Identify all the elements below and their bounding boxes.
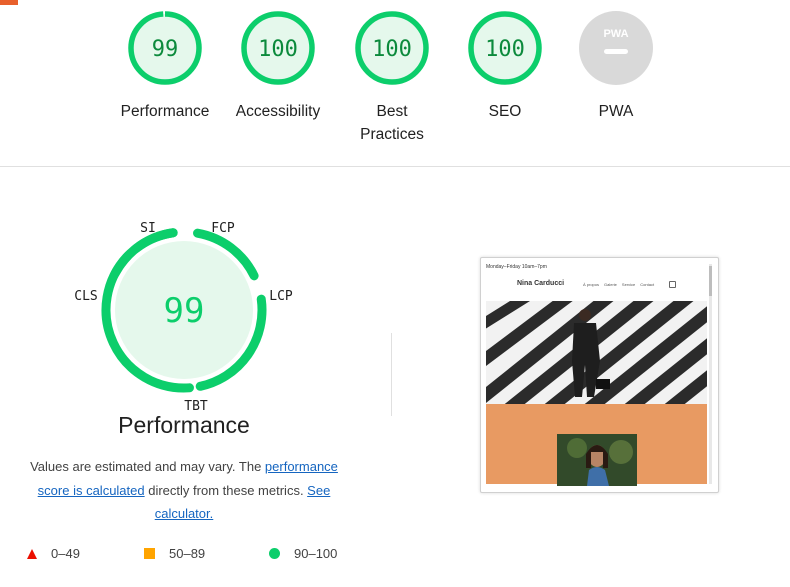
legend-fail: 0–49 (27, 546, 80, 561)
gauge-ring: 100 (468, 11, 542, 85)
performance-gauge-svg: 99 SI FCP LCP TBT CLS (74, 221, 293, 414)
hero-image (486, 301, 707, 404)
screenshot-brand: Nina Carducci (517, 280, 565, 287)
gauge-label: SEO (488, 103, 522, 120)
performance-title: Performance (118, 412, 250, 438)
screenshot-scrollbar (709, 264, 712, 484)
pwa-badge-text: PWA (603, 28, 628, 40)
final-screenshot[interactable]: Monday–Friday 10am–7pm Nina Carducci À p… (480, 257, 719, 493)
square-icon (144, 548, 155, 559)
screenshot-nav-item: Service (621, 282, 636, 287)
gauge-label: Performance (120, 103, 210, 120)
legend-pass: 90–100 (269, 546, 337, 561)
instagram-icon (669, 281, 676, 288)
gauge-label: PWA (598, 103, 634, 120)
metric-fcp-label: FCP (211, 221, 235, 236)
legend-label: 90–100 (294, 546, 338, 561)
gauge-label: Best Practices (360, 103, 424, 143)
gauge-label: Accessibility (235, 103, 321, 120)
portrait-image (557, 434, 637, 486)
screenshot-nav-item: Contact (640, 282, 655, 287)
gauge-ring: 100 (241, 11, 315, 85)
vertical-divider (391, 333, 392, 416)
score-note: Values are estimated and may vary. The p… (14, 455, 354, 526)
screenshot-nav-item: À propos (583, 282, 600, 287)
gauge-ring: 99 (128, 11, 202, 85)
gauge-performance[interactable]: 99 Performance (110, 10, 220, 123)
metric-cls-label: CLS (74, 289, 97, 304)
gauge-pwa[interactable]: PWA PWA (561, 10, 671, 123)
legend-average: 50–89 (144, 546, 205, 561)
gauge-score: 100 (372, 37, 412, 62)
gauge-best-practices[interactable]: 100 Best Practices (337, 10, 447, 146)
gauge-score: 100 (258, 37, 298, 62)
legend-label: 0–49 (51, 546, 80, 561)
gauge-score: 99 (152, 37, 179, 62)
metric-si-label: SI (140, 221, 156, 236)
note-middle: directly from these metrics. (144, 482, 308, 498)
gauge-ring: 100 (355, 11, 429, 85)
triangle-icon (27, 548, 37, 559)
circle-icon (269, 548, 280, 559)
score-legend: 0–49 50–89 90–100 (0, 546, 400, 566)
gauge-seo[interactable]: 100 SEO (450, 10, 560, 123)
performance-score: 99 (164, 291, 205, 331)
legend-label: 50–89 (169, 546, 206, 561)
gauge-accessibility[interactable]: 100 Accessibility (223, 10, 333, 123)
pwa-badge-icon: PWA (579, 11, 653, 85)
metric-lcp-label: LCP (269, 289, 293, 304)
gauge-score: 100 (485, 37, 525, 62)
screenshot-scrollbar-thumb (709, 266, 712, 296)
section-divider (0, 166, 790, 167)
screenshot-nav: À propos Galerie Service Contact (583, 282, 654, 287)
screenshot-nav-item: Galerie (604, 282, 617, 287)
category-gauges: 99 Performance 100 Accessibility 100 Bes… (0, 0, 790, 166)
performance-gauge: 99 SI FCP LCP TBT CLS (60, 210, 310, 430)
screenshot-hours: Monday–Friday 10am–7pm (486, 264, 547, 270)
note-prefix: Values are estimated and may vary. The (30, 459, 265, 474)
